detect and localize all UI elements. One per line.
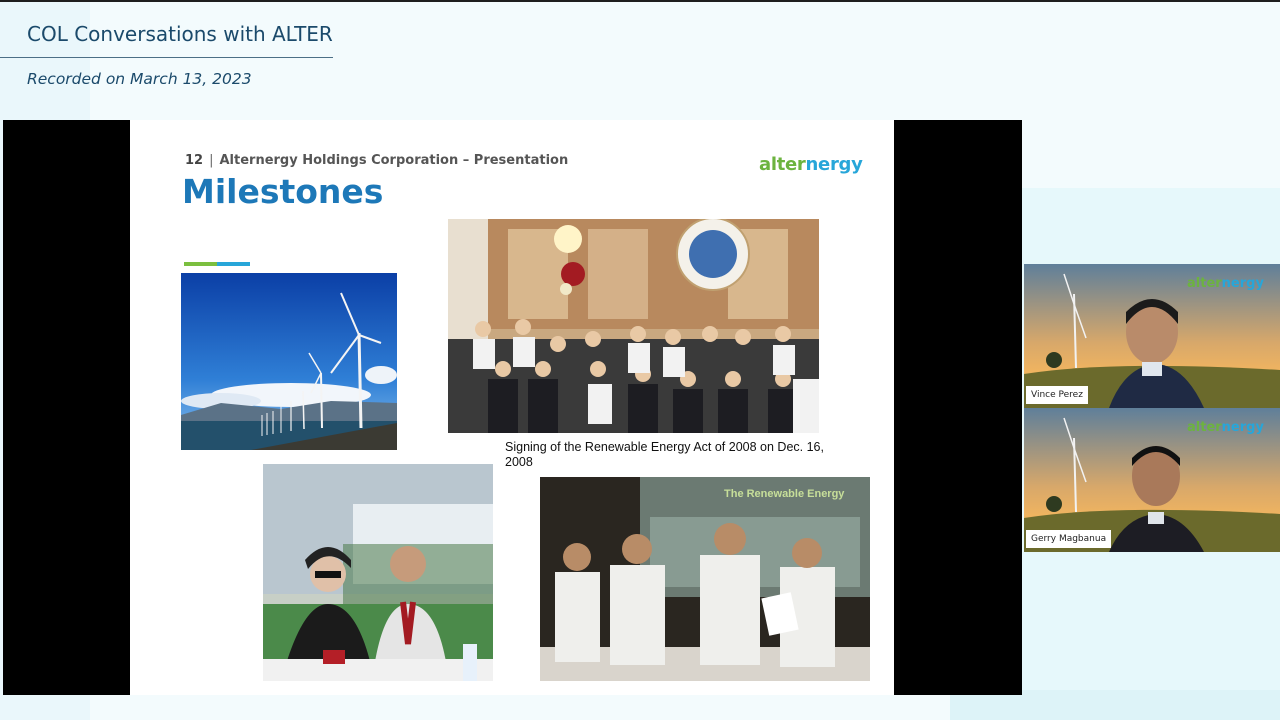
tile-alternergy-logo: alternergy: [1187, 276, 1264, 291]
participant-tile[interactable]: alternergy Vince Perez: [1024, 264, 1280, 408]
slide-header-separator: |: [209, 153, 214, 168]
recording-date: Recorded on March 13, 2023: [27, 70, 252, 88]
presentation-slide: 12 | Alternergy Holdings Corporation – Pre…: [130, 120, 894, 695]
top-border: [0, 0, 1280, 2]
title-divider: [0, 57, 333, 58]
participant-name-label: Gerry Magbanua: [1026, 530, 1112, 548]
slide-number: 12: [185, 153, 204, 168]
photo-caption: Signing of the Renewable Energy Act of 2…: [505, 440, 824, 469]
slide-title: Milestones: [182, 172, 384, 211]
slide-header: 12 | Alternergy Holdings Corporation – Pre…: [185, 153, 568, 168]
signing-ceremony-photo: [448, 219, 819, 433]
accent-bar: [184, 262, 250, 266]
participant-name-label: Vince Perez: [1026, 386, 1088, 404]
banner-text: The Renewable Energy: [724, 488, 845, 500]
alternergy-logo: alternergy: [759, 154, 863, 175]
document-exchange-photo: [540, 477, 870, 681]
slide-company-label: Alternergy Holdings Corporation – Presen…: [219, 153, 569, 168]
participant-tile[interactable]: alternergy Gerry Magbanua: [1024, 408, 1280, 552]
page-title: COL Conversations with ALTER: [27, 22, 333, 46]
wind-farm-event-photo: [263, 464, 493, 681]
tile-alternergy-logo: alternergy: [1187, 420, 1264, 435]
wind-turbines-photo: [181, 273, 397, 450]
